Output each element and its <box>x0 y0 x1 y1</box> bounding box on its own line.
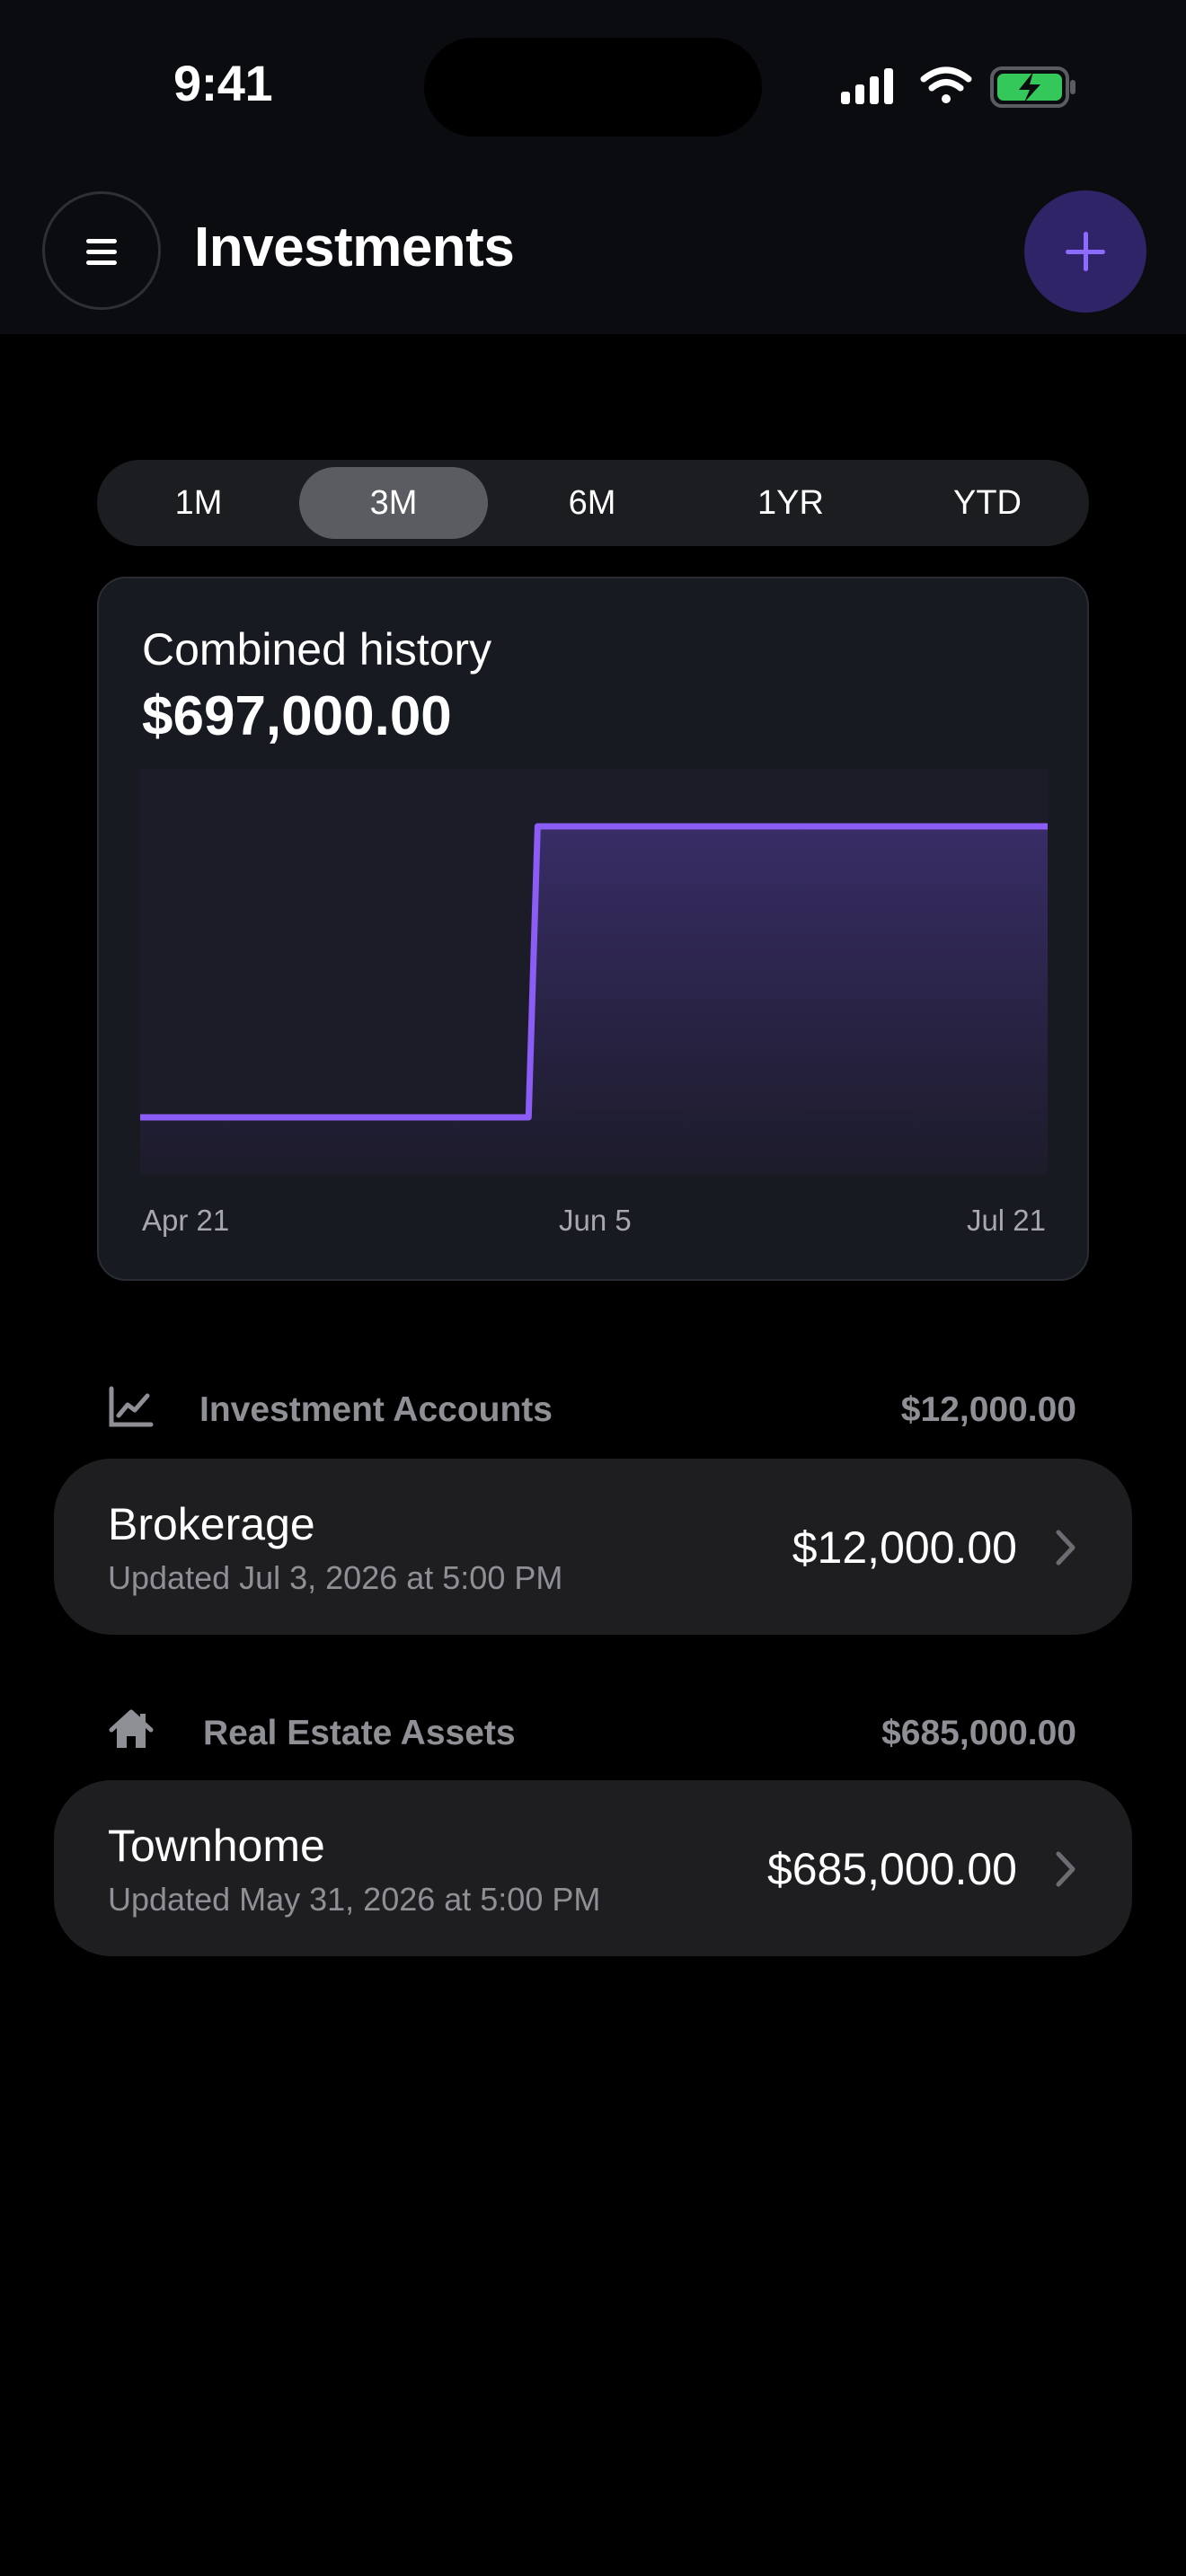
range-1m[interactable]: 1M <box>104 467 293 539</box>
row-updated: Updated May 31, 2026 at 5:00 PM <box>108 1881 601 1918</box>
chevron-right-icon <box>1056 1851 1075 1887</box>
x-tick-start: Apr 21 <box>142 1204 230 1237</box>
account-row-brokerage[interactable]: Brokerage Updated Jul 3, 2026 at 5:00 PM… <box>54 1459 1132 1635</box>
chevron-right-icon <box>1056 1530 1075 1566</box>
history-total: $697,000.00 <box>142 685 452 747</box>
status-time: 9:41 <box>173 55 273 111</box>
range-ytd[interactable]: YTD <box>893 467 1082 539</box>
top-bar: 9:41 Investments <box>0 0 1186 334</box>
range-1yr[interactable]: 1YR <box>696 467 885 539</box>
house-icon <box>109 1709 154 1748</box>
row-name: Brokerage <box>108 1499 315 1549</box>
dynamic-island <box>424 38 762 137</box>
section-title: Real Estate Assets <box>203 1714 516 1752</box>
wifi-icon <box>920 66 972 103</box>
menu-button[interactable] <box>42 191 161 310</box>
section-title: Investment Accounts <box>199 1390 553 1429</box>
history-label: Combined history <box>142 624 492 675</box>
section-total: $12,000.00 <box>900 1390 1076 1429</box>
row-amount: $685,000.00 <box>766 1844 1017 1894</box>
page-title: Investments <box>194 216 515 278</box>
add-button[interactable] <box>1024 190 1146 313</box>
range-6m[interactable]: 6M <box>498 467 686 539</box>
asset-row-townhome[interactable]: Townhome Updated May 31, 2026 at 5:00 PM… <box>54 1780 1132 1956</box>
section-total: $685,000.00 <box>881 1714 1076 1752</box>
row-name: Townhome <box>108 1821 325 1871</box>
signal-icon <box>841 68 893 104</box>
row-updated: Updated Jul 3, 2026 at 5:00 PM <box>108 1559 563 1596</box>
row-amount: $12,000.00 <box>792 1522 1017 1573</box>
x-tick-mid: Jun 5 <box>559 1204 632 1237</box>
range-3m[interactable]: 3M <box>299 467 488 539</box>
x-tick-end: Jul 21 <box>966 1204 1046 1237</box>
history-chart[interactable] <box>140 769 1048 1175</box>
range-selector: 1M 3M 6M 1YR YTD <box>97 460 1089 546</box>
hamburger-icon <box>86 239 117 243</box>
section-investment-accounts: Investment Accounts $12,000.00 <box>0 1383 1186 1437</box>
chart-line-icon <box>109 1386 154 1427</box>
section-real-estate-assets: Real Estate Assets $685,000.00 <box>0 1707 1186 1760</box>
history-card: Combined history $697,000.00 Apr 21 Jun … <box>97 577 1089 1281</box>
battery-icon <box>990 66 1075 108</box>
status-icons <box>841 66 1075 108</box>
